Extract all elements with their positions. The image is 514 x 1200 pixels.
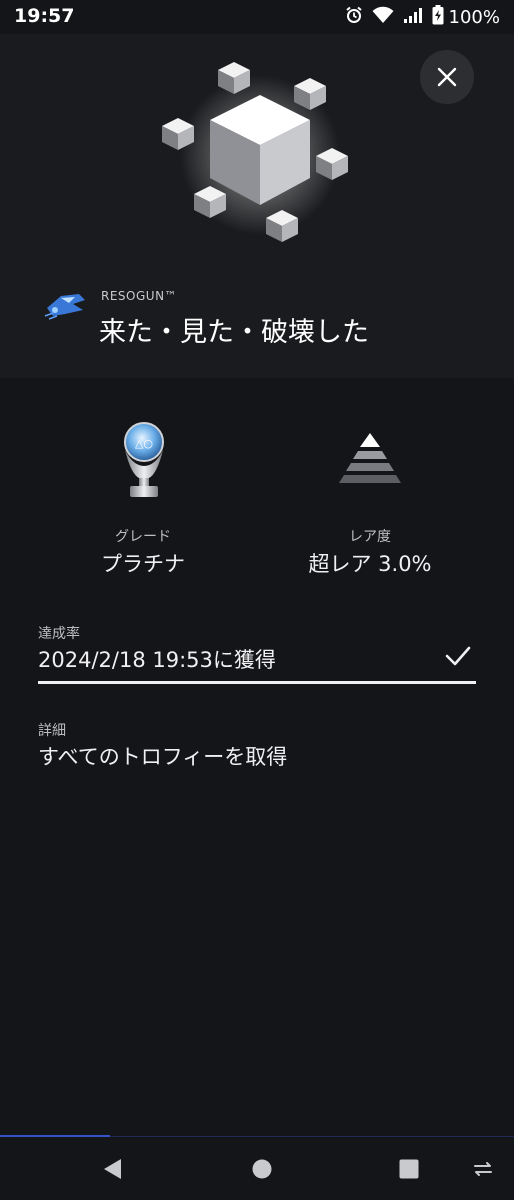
svg-text:△○: △○ <box>135 437 153 450</box>
back-button[interactable] <box>101 1157 125 1185</box>
progress-label: 達成率 <box>38 626 80 642</box>
back-triangle-icon <box>104 1159 121 1179</box>
check-icon <box>445 646 471 666</box>
wifi-icon <box>372 6 394 29</box>
system-nav-bar <box>0 1137 514 1200</box>
game-name: RESOGUN™ <box>101 289 178 303</box>
status-bar: 19:57 100% <box>0 0 514 34</box>
signal-icon <box>403 6 423 29</box>
rotate-button[interactable] <box>471 1157 495 1185</box>
earned-date: 2024/2/18 19:53に獲得 <box>38 648 276 672</box>
rotate-icon <box>474 1162 492 1176</box>
trophy-image <box>162 62 348 242</box>
grade-label: グレード <box>115 529 171 545</box>
alarm-icon <box>345 6 363 29</box>
close-icon <box>437 67 457 87</box>
status-time: 19:57 <box>14 5 75 27</box>
close-button[interactable] <box>420 50 474 104</box>
status-icons: 100% <box>345 5 500 30</box>
rarity-label: レア度 <box>349 529 391 545</box>
home-button[interactable] <box>250 1157 274 1185</box>
recents-square-icon <box>399 1159 419 1179</box>
details-value: すべてのトロフィーを取得 <box>38 745 288 769</box>
details-label: 詳細 <box>38 723 66 739</box>
battery-charging-icon <box>432 5 444 30</box>
grade-value: プラチナ <box>101 552 185 576</box>
recents-button[interactable] <box>397 1157 421 1185</box>
battery-percent: 100% <box>448 7 500 28</box>
platinum-trophy-icon: △○ <box>124 422 164 497</box>
progress-bar-fill <box>38 681 476 684</box>
home-circle-icon <box>252 1159 272 1179</box>
rarity-pyramid-icon <box>339 433 401 483</box>
game-icon <box>43 286 89 324</box>
progress-bar <box>38 681 476 684</box>
rarity-value: 超レア 3.0% <box>308 552 432 576</box>
trophy-title: 来た・見た・破壊した <box>99 317 369 348</box>
